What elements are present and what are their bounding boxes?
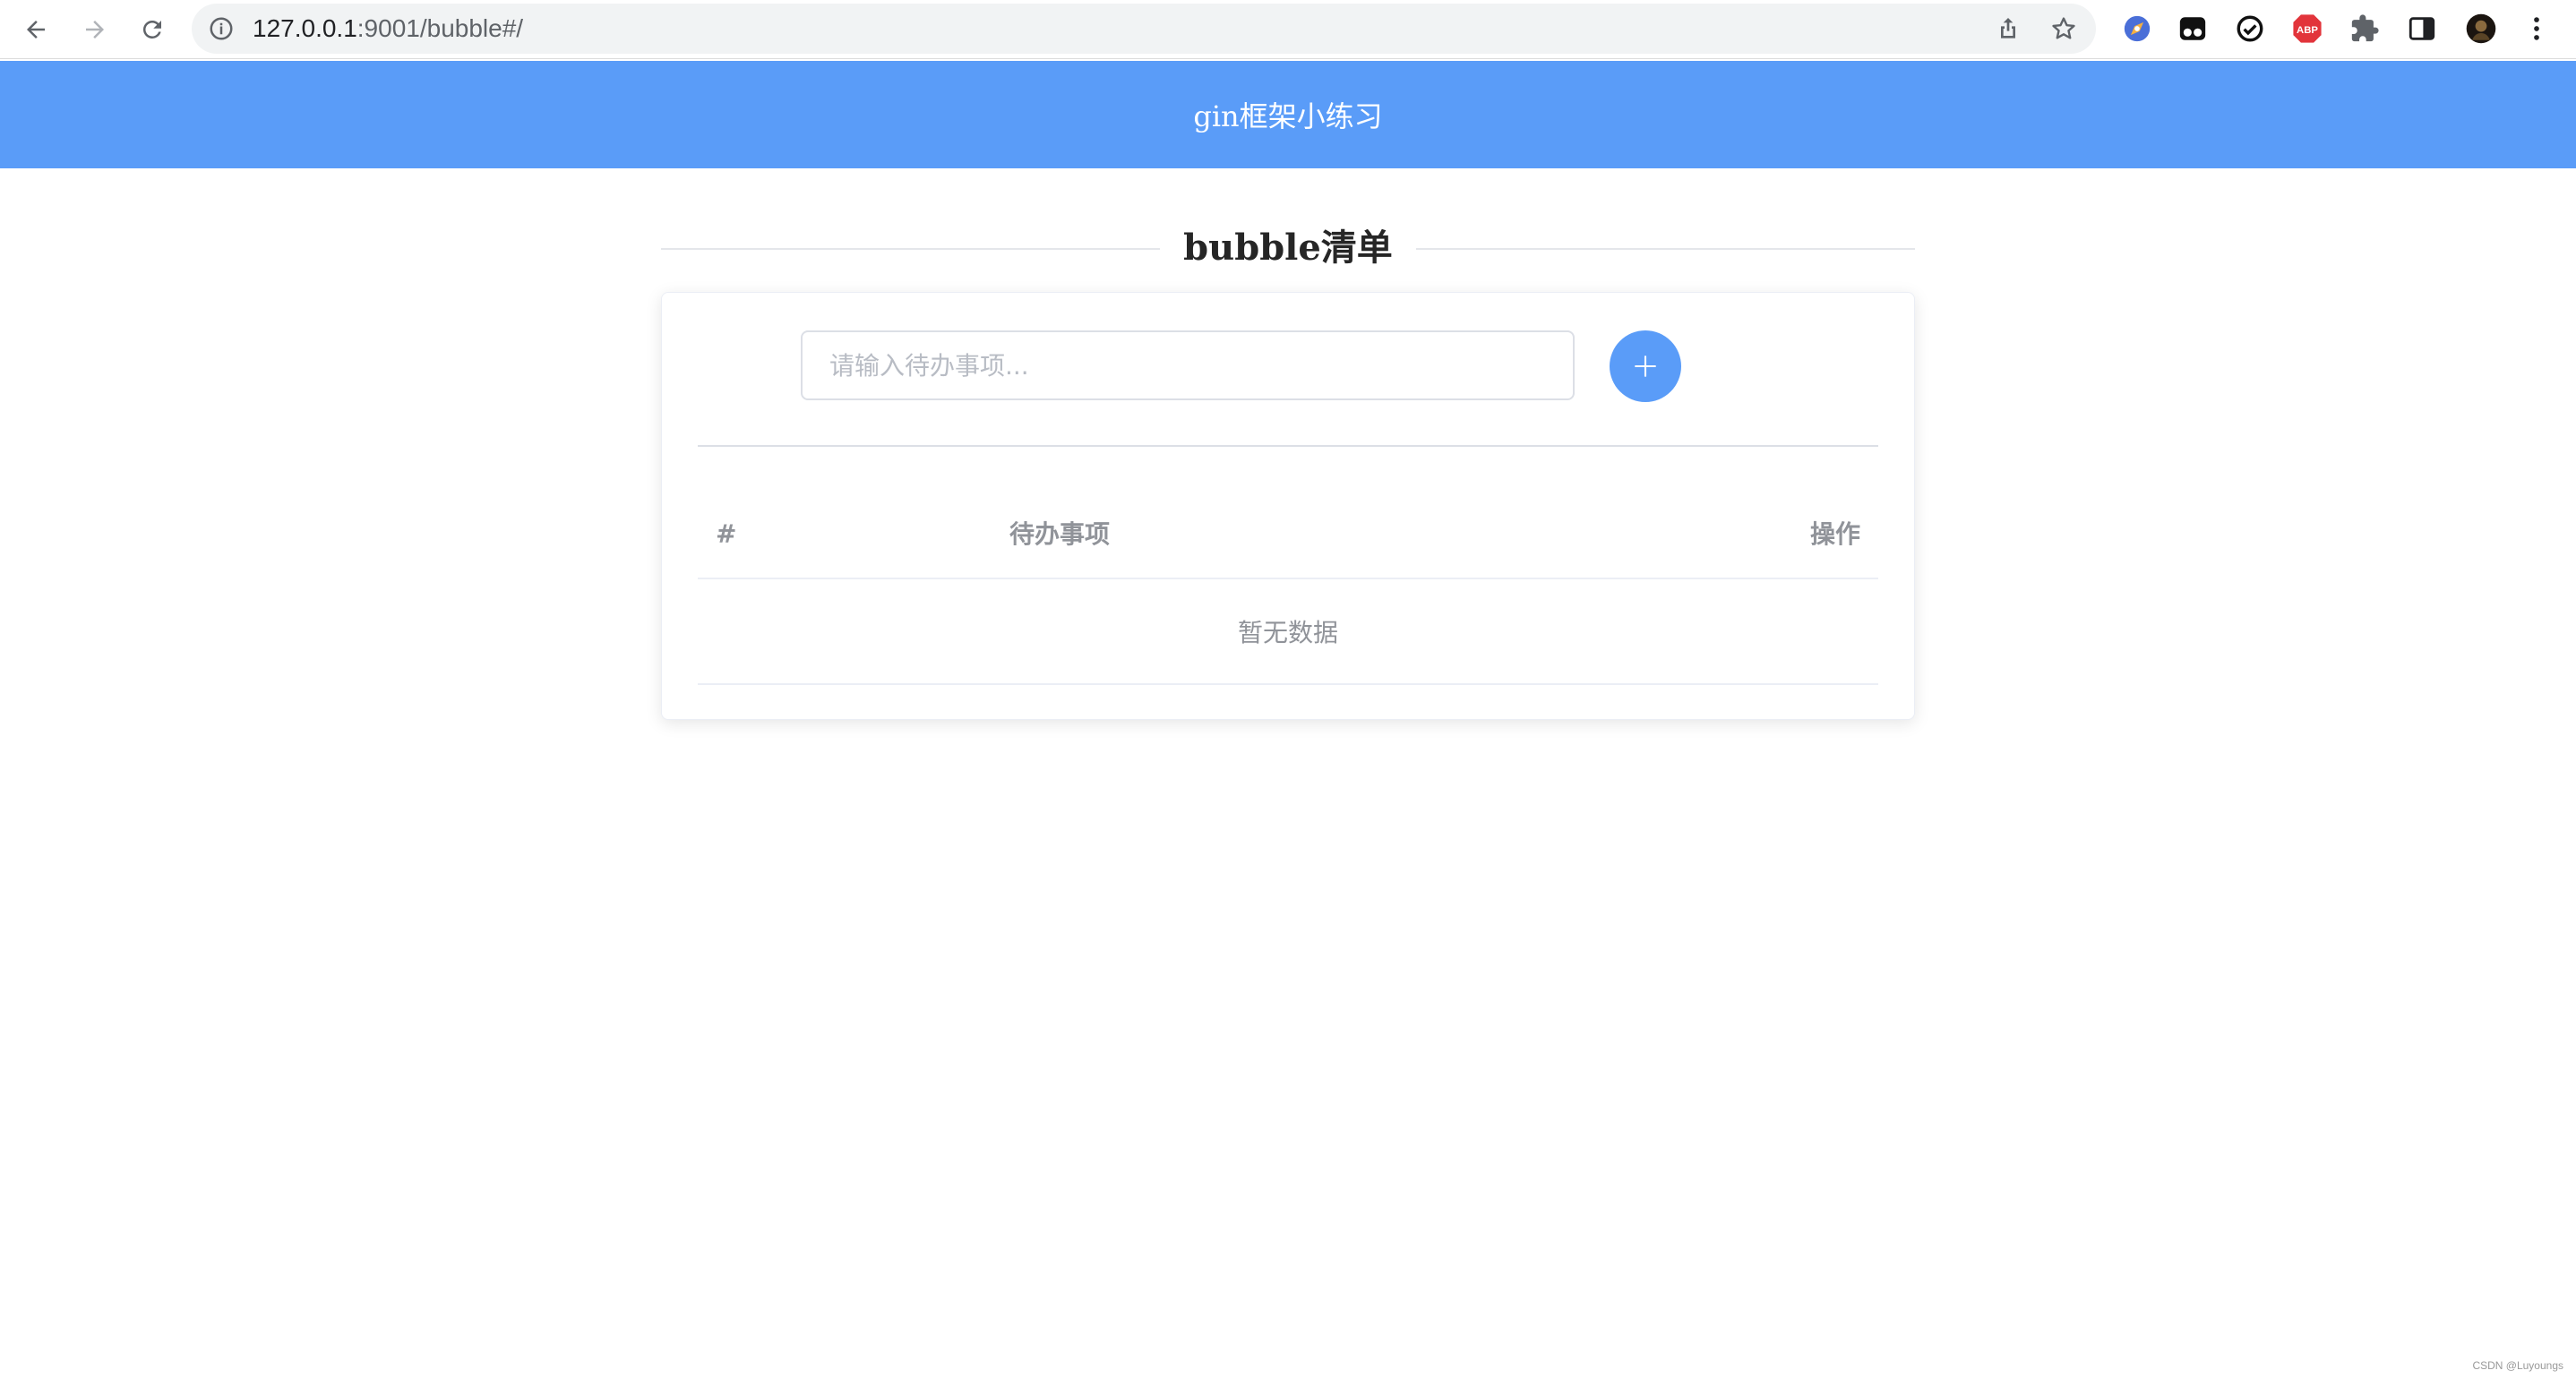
side-panel-toggle-icon bbox=[2409, 17, 2435, 40]
empty-text: 暂无数据 bbox=[1237, 618, 1338, 647]
app-title: gin框架小练习 bbox=[1193, 99, 1383, 133]
reload-icon bbox=[142, 20, 161, 39]
browser-toolbar: 127.0.0.1:9001/bubble#/ ABP bbox=[0, 0, 2576, 59]
adblock-stop-icon: ABP bbox=[2293, 14, 2322, 43]
puzzle-icon bbox=[2351, 14, 2379, 42]
todo-card: # 待办事项 操作 暂无数据 bbox=[661, 292, 1915, 720]
forward-button[interactable] bbox=[77, 12, 113, 47]
extensions-puzzle-icon[interactable] bbox=[2347, 11, 2383, 47]
card-divider bbox=[698, 445, 1878, 447]
add-todo-button[interactable] bbox=[1610, 330, 1681, 402]
table-header: # 待办事项 操作 bbox=[698, 490, 1878, 579]
ext-tampermonkey-icon[interactable] bbox=[2175, 11, 2211, 47]
tampermonkey-icon bbox=[2179, 17, 2206, 40]
url-text[interactable]: 127.0.0.1:9001/bubble#/ bbox=[253, 4, 523, 54]
address-bar[interactable]: 127.0.0.1:9001/bubble#/ bbox=[192, 4, 2096, 54]
table-empty-row: 暂无数据 bbox=[698, 579, 1878, 685]
site-info-icon[interactable] bbox=[208, 15, 235, 42]
column-actions-header: 操作 bbox=[1809, 519, 1860, 549]
back-arrow-icon bbox=[27, 21, 45, 39]
todo-table: # 待办事项 操作 暂无数据 bbox=[698, 490, 1878, 685]
adblock-plus-icon[interactable]: ABP bbox=[2289, 11, 2325, 47]
adblock-label: ABP bbox=[2297, 25, 2318, 36]
kebab-dots-icon bbox=[2534, 17, 2539, 40]
app-header: gin框架小练习 bbox=[0, 61, 2576, 168]
section-title: bubble清单 bbox=[1160, 218, 1416, 290]
forward-arrow-icon bbox=[86, 21, 104, 39]
section-divider: bubble清单 bbox=[661, 218, 1915, 290]
side-panel-icon[interactable] bbox=[2404, 11, 2440, 47]
todo-input[interactable] bbox=[801, 330, 1575, 400]
menu-kebab-icon[interactable] bbox=[2519, 11, 2555, 47]
reload-button[interactable] bbox=[134, 12, 170, 47]
bookmark-star-icon[interactable] bbox=[2049, 14, 2078, 43]
plus-icon bbox=[1635, 355, 1656, 377]
column-todo-header: 待办事项 bbox=[1009, 519, 1111, 549]
column-index-header: # bbox=[716, 519, 737, 549]
check-circle-icon bbox=[2237, 15, 2263, 42]
url-host: 127.0.0.1 bbox=[253, 14, 357, 42]
profile-avatar[interactable] bbox=[2463, 11, 2499, 47]
avatar-icon bbox=[2466, 13, 2496, 44]
ext-check-icon[interactable] bbox=[2232, 11, 2268, 47]
watermark: CSDN @Luyoungs bbox=[2472, 1359, 2563, 1372]
url-path: :9001/bubble#/ bbox=[356, 14, 524, 42]
share-icon[interactable] bbox=[1994, 14, 2022, 43]
back-button[interactable] bbox=[18, 12, 54, 47]
ext-compass-icon[interactable] bbox=[2119, 11, 2155, 47]
compass-icon bbox=[2124, 15, 2151, 42]
